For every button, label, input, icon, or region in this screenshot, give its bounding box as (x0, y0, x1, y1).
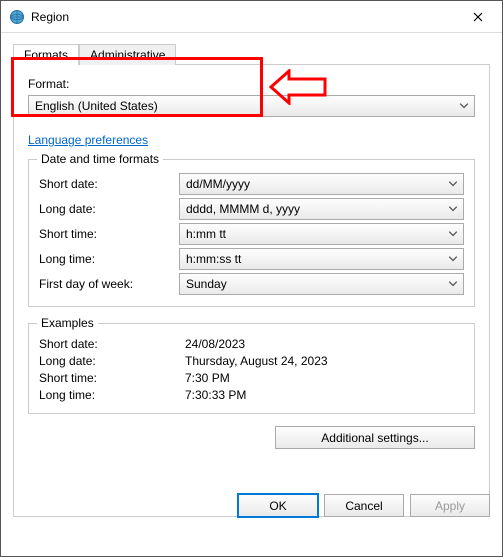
tab-administrative[interactable]: Administrative (79, 44, 176, 65)
ex-short-date-value: 24/08/2023 (179, 337, 464, 351)
button-label: OK (269, 499, 286, 513)
chevron-down-icon (460, 104, 468, 109)
long-date-label: Long date: (39, 202, 179, 216)
tab-formats[interactable]: Formats (13, 44, 79, 65)
ex-short-date-label: Short date: (39, 337, 179, 351)
ex-long-date-label: Long date: (39, 354, 179, 368)
ex-short-time-value: 7:30 PM (179, 371, 464, 385)
dialog-body: Formats Administrative Format: English (… (1, 33, 502, 529)
ex-long-time-value: 7:30:33 PM (179, 388, 464, 402)
button-label: Cancel (345, 499, 382, 513)
long-time-select[interactable]: h:mm:ss tt (179, 248, 464, 270)
short-time-select[interactable]: h:mm tt (179, 223, 464, 245)
ex-long-date-value: Thursday, August 24, 2023 (179, 354, 464, 368)
select-value: Sunday (186, 277, 227, 291)
titlebar: Region (1, 1, 502, 33)
chevron-down-icon (449, 207, 457, 212)
dialog-footer: OK Cancel Apply (232, 494, 490, 517)
additional-settings-button[interactable]: Additional settings... (275, 426, 475, 449)
select-value: dddd, MMMM d, yyyy (186, 202, 300, 216)
format-label: Format: (28, 77, 69, 91)
select-value: h:mm:ss tt (186, 252, 241, 266)
region-dialog: Region Formats Administrative Format: En… (0, 0, 503, 557)
group-legend: Examples (37, 316, 98, 330)
button-label: Additional settings... (321, 431, 428, 445)
tab-label: Formats (24, 48, 68, 62)
short-date-label: Short date: (39, 177, 179, 191)
first-day-label: First day of week: (39, 277, 179, 291)
ok-button[interactable]: OK (238, 494, 318, 517)
long-time-label: Long time: (39, 252, 179, 266)
apply-button: Apply (410, 494, 490, 517)
date-time-formats-group: Date and time formats Short date:dd/MM/y… (28, 159, 475, 307)
chevron-down-icon (449, 257, 457, 262)
group-legend: Date and time formats (37, 152, 163, 166)
chevron-down-icon (449, 232, 457, 237)
short-date-select[interactable]: dd/MM/yyyy (179, 173, 464, 195)
tab-label: Administrative (90, 48, 165, 62)
formats-panel: Format: English (United States) Language… (13, 65, 490, 517)
ex-short-time-label: Short time: (39, 371, 179, 385)
tab-strip: Formats Administrative (13, 43, 490, 65)
short-time-label: Short time: (39, 227, 179, 241)
select-value: h:mm tt (186, 227, 226, 241)
first-day-select[interactable]: Sunday (179, 273, 464, 295)
chevron-down-icon (449, 282, 457, 287)
ex-long-time-label: Long time: (39, 388, 179, 402)
cancel-button[interactable]: Cancel (324, 494, 404, 517)
chevron-down-icon (449, 182, 457, 187)
window-title: Region (31, 10, 456, 24)
format-select[interactable]: English (United States) (28, 95, 475, 117)
language-preferences-link[interactable]: Language preferences (28, 133, 148, 147)
long-date-select[interactable]: dddd, MMMM d, yyyy (179, 198, 464, 220)
globe-icon (9, 9, 25, 25)
select-value: dd/MM/yyyy (186, 177, 250, 191)
format-value: English (United States) (35, 99, 158, 113)
button-label: Apply (435, 499, 465, 513)
close-button[interactable] (456, 2, 500, 32)
examples-group: Examples Short date:24/08/2023 Long date… (28, 323, 475, 414)
